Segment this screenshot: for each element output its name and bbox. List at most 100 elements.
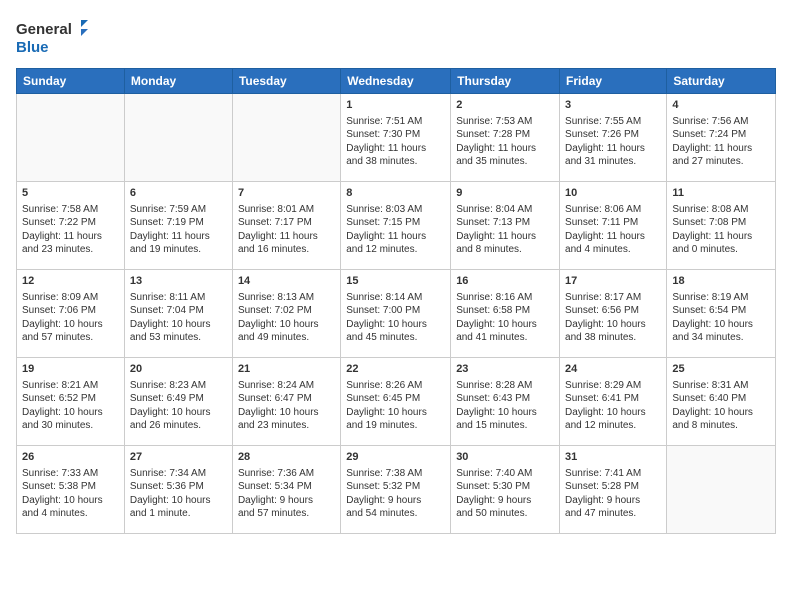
day-info: Sunrise: 7:38 AM Sunset: 5:32 PM Dayligh… — [346, 467, 445, 521]
day-info: Sunrise: 7:51 AM Sunset: 7:30 PM Dayligh… — [346, 115, 445, 169]
day-info: Sunrise: 8:13 AM Sunset: 7:02 PM Dayligh… — [238, 291, 335, 345]
day-info: Sunrise: 8:29 AM Sunset: 6:41 PM Dayligh… — [565, 379, 661, 433]
calendar-day-29: 29Sunrise: 7:38 AM Sunset: 5:32 PM Dayli… — [341, 446, 451, 534]
day-number: 4 — [672, 98, 770, 113]
calendar-day-empty — [124, 94, 232, 182]
calendar-day-18: 18 Sunrise: 8:19 AM Sunset: 6:54 PM Dayli… — [667, 270, 776, 358]
day-number: 8 — [346, 186, 445, 201]
calendar-day-15: 15 Sunrise: 8:14 AM Sunset: 7:00 PM Dayli… — [341, 270, 451, 358]
day-info: Sunrise: 8:04 AM Sunset: 7:13 PM Dayligh… — [456, 203, 554, 257]
day-info: Sunrise: 7:40 AM Sunset: 5:30 PM Dayligh… — [456, 467, 554, 521]
calendar-day-16: 16 Sunrise: 8:16 AM Sunset: 6:58 PM Dayli… — [451, 270, 560, 358]
day-number: 11 — [672, 186, 770, 201]
day-info: Sunrise: 8:23 AM Sunset: 6:49 PM Dayligh… — [130, 379, 227, 433]
day-number: 19 — [22, 362, 119, 377]
page: General Blue SundayMondayTuesdayWednesda… — [0, 0, 792, 612]
day-number: 3 — [565, 98, 661, 113]
calendar-day-14: 14 Sunrise: 8:13 AM Sunset: 7:02 PM Dayli… — [232, 270, 340, 358]
calendar-day-28: 28Sunrise: 7:36 AM Sunset: 5:34 PM Dayli… — [232, 446, 340, 534]
calendar-day-17: 17 Sunrise: 8:17 AM Sunset: 6:56 PM Dayli… — [560, 270, 667, 358]
day-info: Sunrise: 8:24 AM Sunset: 6:47 PM Dayligh… — [238, 379, 335, 433]
weekday-header-saturday: Saturday — [667, 69, 776, 94]
day-number: 18 — [672, 274, 770, 289]
calendar-week-row: 12 Sunrise: 8:09 AM Sunset: 7:06 PM Dayli… — [17, 270, 776, 358]
day-number: 7 — [238, 186, 335, 201]
calendar-day-5: 5 Sunrise: 7:58 AM Sunset: 7:22 PM Daylig… — [17, 182, 125, 270]
calendar-day-4: 4 Sunrise: 7:56 AM Sunset: 7:24 PM Daylig… — [667, 94, 776, 182]
calendar-day-24: 24 Sunrise: 8:29 AM Sunset: 6:41 PM Dayli… — [560, 358, 667, 446]
day-info: Sunrise: 8:14 AM Sunset: 7:00 PM Dayligh… — [346, 291, 445, 345]
calendar-week-row: 1 Sunrise: 7:51 AM Sunset: 7:30 PM Daylig… — [17, 94, 776, 182]
calendar-day-empty — [17, 94, 125, 182]
logo-svg: General Blue — [16, 16, 96, 58]
day-number: 20 — [130, 362, 227, 377]
svg-text:Blue: Blue — [16, 39, 49, 56]
calendar-day-1: 1 Sunrise: 7:51 AM Sunset: 7:30 PM Daylig… — [341, 94, 451, 182]
logo: General Blue — [16, 16, 96, 58]
day-number: 21 — [238, 362, 335, 377]
calendar-day-6: 6Sunrise: 7:59 AM Sunset: 7:19 PM Daylig… — [124, 182, 232, 270]
day-number: 27 — [130, 450, 227, 465]
day-info: Sunrise: 8:28 AM Sunset: 6:43 PM Dayligh… — [456, 379, 554, 433]
day-info: Sunrise: 7:56 AM Sunset: 7:24 PM Dayligh… — [672, 115, 770, 169]
calendar-day-20: 20 Sunrise: 8:23 AM Sunset: 6:49 PM Dayli… — [124, 358, 232, 446]
day-number: 9 — [456, 186, 554, 201]
day-info: Sunrise: 8:21 AM Sunset: 6:52 PM Dayligh… — [22, 379, 119, 433]
day-info: Sunrise: 7:59 AM Sunset: 7:19 PM Dayligh… — [130, 203, 227, 257]
calendar-day-21: 21 Sunrise: 8:24 AM Sunset: 6:47 PM Dayli… — [232, 358, 340, 446]
day-number: 15 — [346, 274, 445, 289]
calendar-day-7: 7 Sunrise: 8:01 AM Sunset: 7:17 PM Daylig… — [232, 182, 340, 270]
day-number: 26 — [22, 450, 119, 465]
day-info: Sunrise: 8:16 AM Sunset: 6:58 PM Dayligh… — [456, 291, 554, 345]
day-info: Sunrise: 7:55 AM Sunset: 7:26 PM Dayligh… — [565, 115, 661, 169]
day-number: 22 — [346, 362, 445, 377]
calendar-day-2: 2 Sunrise: 7:53 AM Sunset: 7:28 PM Daylig… — [451, 94, 560, 182]
weekday-header-thursday: Thursday — [451, 69, 560, 94]
day-number: 10 — [565, 186, 661, 201]
calendar-table: SundayMondayTuesdayWednesdayThursdayFrid… — [16, 68, 776, 534]
day-number: 5 — [22, 186, 119, 201]
calendar-day-22: 22Sunrise: 8:26 AM Sunset: 6:45 PM Dayli… — [341, 358, 451, 446]
day-info: Sunrise: 8:17 AM Sunset: 6:56 PM Dayligh… — [565, 291, 661, 345]
calendar-week-row: 19 Sunrise: 8:21 AM Sunset: 6:52 PM Dayli… — [17, 358, 776, 446]
day-info: Sunrise: 8:19 AM Sunset: 6:54 PM Dayligh… — [672, 291, 770, 345]
day-number: 17 — [565, 274, 661, 289]
day-number: 28 — [238, 450, 335, 465]
calendar-day-8: 8 Sunrise: 8:03 AM Sunset: 7:15 PM Daylig… — [341, 182, 451, 270]
day-number: 31 — [565, 450, 661, 465]
day-number: 24 — [565, 362, 661, 377]
day-number: 13 — [130, 274, 227, 289]
day-number: 2 — [456, 98, 554, 113]
calendar-day-empty — [667, 446, 776, 534]
day-number: 14 — [238, 274, 335, 289]
calendar-day-19: 19 Sunrise: 8:21 AM Sunset: 6:52 PM Dayli… — [17, 358, 125, 446]
weekday-header-sunday: Sunday — [17, 69, 125, 94]
calendar-day-11: 11 Sunrise: 8:08 AM Sunset: 7:08 PM Dayli… — [667, 182, 776, 270]
day-number: 1 — [346, 98, 445, 113]
calendar-day-10: 10Sunrise: 8:06 AM Sunset: 7:11 PM Dayli… — [560, 182, 667, 270]
day-info: Sunrise: 8:11 AM Sunset: 7:04 PM Dayligh… — [130, 291, 227, 345]
day-info: Sunrise: 7:58 AM Sunset: 7:22 PM Dayligh… — [22, 203, 119, 257]
calendar-day-3: 3 Sunrise: 7:55 AM Sunset: 7:26 PM Daylig… — [560, 94, 667, 182]
day-info: Sunrise: 7:53 AM Sunset: 7:28 PM Dayligh… — [456, 115, 554, 169]
day-number: 12 — [22, 274, 119, 289]
weekday-header-friday: Friday — [560, 69, 667, 94]
day-info: Sunrise: 7:34 AM Sunset: 5:36 PM Dayligh… — [130, 467, 227, 521]
svg-text:General: General — [16, 21, 72, 38]
day-number: 16 — [456, 274, 554, 289]
calendar-day-27: 27 Sunrise: 7:34 AM Sunset: 5:36 PM Dayli… — [124, 446, 232, 534]
day-info: Sunrise: 8:31 AM Sunset: 6:40 PM Dayligh… — [672, 379, 770, 433]
calendar-day-31: 31 Sunrise: 7:41 AM Sunset: 5:28 PM Dayli… — [560, 446, 667, 534]
calendar-day-26: 26Sunrise: 7:33 AM Sunset: 5:38 PM Dayli… — [17, 446, 125, 534]
day-info: Sunrise: 7:41 AM Sunset: 5:28 PM Dayligh… — [565, 467, 661, 521]
day-info: Sunrise: 8:08 AM Sunset: 7:08 PM Dayligh… — [672, 203, 770, 257]
calendar-day-13: 13 Sunrise: 8:11 AM Sunset: 7:04 PM Dayli… — [124, 270, 232, 358]
calendar-week-row: 26Sunrise: 7:33 AM Sunset: 5:38 PM Dayli… — [17, 446, 776, 534]
day-info: Sunrise: 8:09 AM Sunset: 7:06 PM Dayligh… — [22, 291, 119, 345]
day-number: 23 — [456, 362, 554, 377]
day-info: Sunrise: 8:01 AM Sunset: 7:17 PM Dayligh… — [238, 203, 335, 257]
calendar-day-empty — [232, 94, 340, 182]
day-number: 30 — [456, 450, 554, 465]
day-info: Sunrise: 8:03 AM Sunset: 7:15 PM Dayligh… — [346, 203, 445, 257]
day-number: 25 — [672, 362, 770, 377]
